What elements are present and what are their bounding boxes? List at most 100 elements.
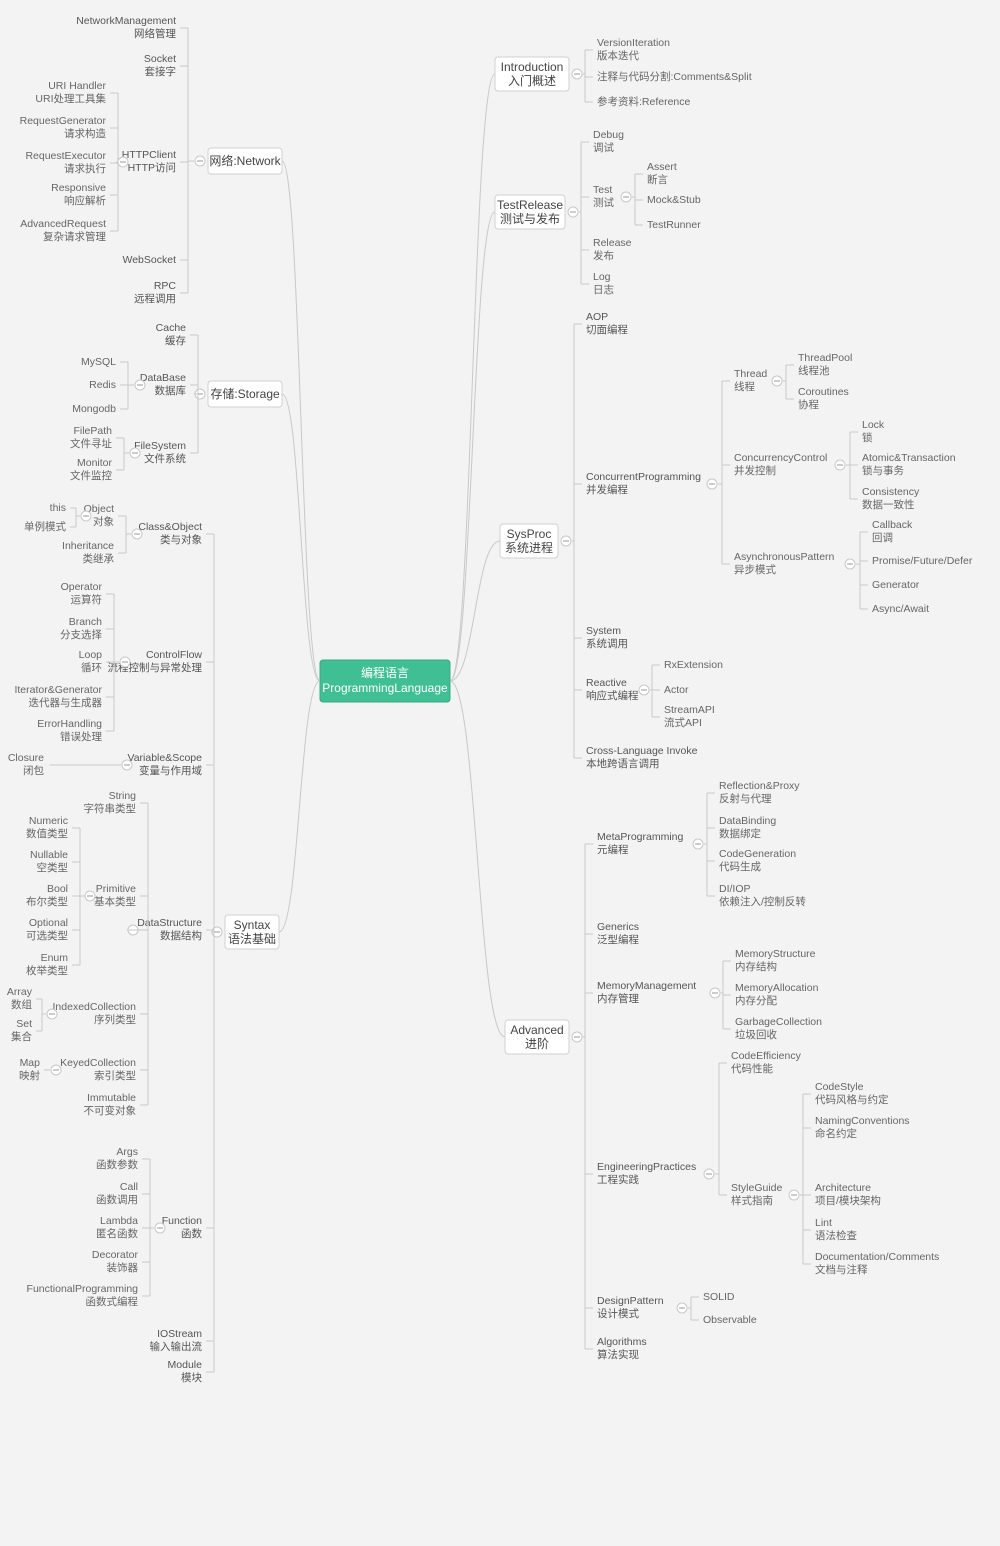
svg-text:Nullable: Nullable: [30, 849, 68, 861]
svg-text:Atomic&Transaction: Atomic&Transaction: [862, 452, 956, 464]
svg-text:StreamAPI: StreamAPI: [664, 704, 715, 716]
svg-text:数据结构: 数据结构: [160, 929, 202, 942]
svg-text:依赖注入/控制反转: 依赖注入/控制反转: [719, 895, 806, 908]
svg-text:Generics: Generics: [597, 921, 639, 933]
svg-text:复杂请求管理: 复杂请求管理: [43, 230, 106, 243]
svg-text:内存分配: 内存分配: [735, 994, 777, 1007]
svg-text:循环: 循环: [81, 661, 102, 674]
svg-text:闭包: 闭包: [23, 764, 44, 777]
svg-text:函数参数: 函数参数: [96, 1158, 138, 1171]
svg-text:命名约定: 命名约定: [815, 1127, 857, 1140]
svg-text:Release: Release: [593, 237, 632, 249]
svg-text:Primitive: Primitive: [96, 883, 136, 895]
svg-text:切面编程: 切面编程: [586, 323, 628, 336]
svg-text:输入输出流: 输入输出流: [150, 1340, 203, 1353]
svg-text:Promise/Future/Defer: Promise/Future/Defer: [872, 555, 973, 567]
svg-text:Reactive: Reactive: [586, 677, 627, 689]
svg-text:Cross-Language Invoke: Cross-Language Invoke: [586, 745, 698, 757]
svg-text:函数调用: 函数调用: [96, 1193, 138, 1206]
svg-text:String: String: [109, 790, 137, 802]
svg-text:Function: Function: [162, 1215, 202, 1227]
svg-text:流式API: 流式API: [664, 716, 702, 729]
svg-text:NetworkManagement: NetworkManagement: [76, 15, 176, 27]
svg-text:Assert: Assert: [647, 161, 677, 173]
svg-text:Call: Call: [120, 1181, 138, 1193]
svg-text:Iterator&Generator: Iterator&Generator: [14, 684, 102, 696]
svg-text:Observable: Observable: [703, 1314, 757, 1326]
svg-text:参考资料:Reference: 参考资料:Reference: [597, 95, 691, 108]
svg-text:URI处理工具集: URI处理工具集: [35, 92, 106, 105]
svg-text:迭代器与生成器: 迭代器与生成器: [29, 696, 103, 709]
svg-text:Decorator: Decorator: [92, 1249, 139, 1261]
svg-text:索引类型: 索引类型: [94, 1069, 136, 1082]
svg-text:存储:Storage: 存储:Storage: [210, 386, 280, 401]
svg-text:FunctionalProgramming: FunctionalProgramming: [27, 1283, 139, 1295]
svg-text:测试: 测试: [593, 196, 614, 209]
svg-text:Thread: Thread: [734, 368, 767, 380]
svg-text:AsynchronousPattern: AsynchronousPattern: [734, 551, 835, 563]
svg-text:Map: Map: [20, 1057, 41, 1069]
svg-text:Lambda: Lambda: [100, 1215, 138, 1227]
svg-text:对象: 对象: [93, 515, 114, 528]
svg-text:RPC: RPC: [154, 280, 177, 292]
svg-text:DataBinding: DataBinding: [719, 815, 776, 827]
svg-text:锁与事务: 锁与事务: [862, 464, 904, 477]
svg-text:Inheritance: Inheritance: [62, 540, 114, 552]
svg-text:匿名函数: 匿名函数: [96, 1227, 138, 1240]
svg-text:响应式编程: 响应式编程: [586, 689, 639, 702]
svg-text:设计模式: 设计模式: [597, 1307, 639, 1320]
svg-text:发布: 发布: [593, 249, 614, 262]
svg-text:FilePath: FilePath: [73, 425, 112, 437]
svg-text:Log: Log: [593, 271, 611, 283]
svg-text:文件系统: 文件系统: [144, 452, 186, 465]
svg-text:Branch: Branch: [69, 616, 102, 628]
svg-text:线程池: 线程池: [798, 364, 830, 377]
svg-text:Debug: Debug: [593, 129, 624, 141]
svg-text:布尔类型: 布尔类型: [26, 895, 68, 908]
svg-text:Responsive: Responsive: [51, 182, 106, 194]
svg-text:Syntax: Syntax: [234, 918, 271, 932]
svg-text:文档与注释: 文档与注释: [815, 1263, 868, 1276]
svg-text:Lock: Lock: [862, 419, 885, 431]
svg-text:分支选择: 分支选择: [60, 628, 102, 641]
svg-text:ProgrammingLanguage: ProgrammingLanguage: [322, 681, 448, 695]
svg-text:Documentation/Comments: Documentation/Comments: [815, 1251, 939, 1263]
svg-text:MySQL: MySQL: [81, 356, 116, 368]
svg-text:Reflection&Proxy: Reflection&Proxy: [719, 780, 800, 792]
svg-text:IndexedCollection: IndexedCollection: [53, 1001, 137, 1013]
svg-text:Consistency: Consistency: [862, 486, 920, 498]
svg-text:单例模式: 单例模式: [24, 520, 66, 533]
svg-text:运算符: 运算符: [71, 593, 103, 606]
svg-text:数据一致性: 数据一致性: [862, 498, 915, 511]
svg-text:代码性能: 代码性能: [731, 1062, 773, 1075]
svg-text:远程调用: 远程调用: [134, 293, 176, 305]
svg-text:语法基础: 语法基础: [228, 932, 276, 946]
svg-text:AdvancedRequest: AdvancedRequest: [20, 218, 106, 230]
svg-text:Test: Test: [593, 184, 612, 196]
svg-text:Async/Await: Async/Await: [872, 603, 929, 615]
svg-text:注释与代码分割:Comments&Split: 注释与代码分割:Comments&Split: [597, 70, 752, 83]
svg-text:装饰器: 装饰器: [107, 1261, 139, 1274]
svg-text:Array: Array: [7, 986, 33, 998]
svg-text:进阶: 进阶: [525, 1037, 549, 1051]
svg-text:可选类型: 可选类型: [26, 929, 68, 942]
root-label: 编程语言: [361, 665, 409, 680]
svg-text:集合: 集合: [11, 1030, 32, 1043]
svg-text:Actor: Actor: [664, 684, 689, 696]
svg-text:Socket: Socket: [144, 53, 176, 65]
svg-text:Generator: Generator: [872, 579, 920, 591]
mindmap-svg: 编程语言ProgrammingLanguage网络:NetworkNetwork…: [0, 0, 1000, 1546]
svg-text:本地跨语言调用: 本地跨语言调用: [586, 757, 660, 770]
svg-text:ControlFlow: ControlFlow: [146, 649, 202, 661]
svg-text:变量与作用域: 变量与作用域: [139, 764, 202, 777]
svg-text:Enum: Enum: [41, 952, 69, 964]
svg-text:this: this: [50, 502, 66, 514]
svg-text:系统调用: 系统调用: [586, 637, 628, 650]
svg-text:文件寻址: 文件寻址: [70, 437, 112, 450]
svg-text:DataBase: DataBase: [140, 372, 186, 384]
svg-text:GarbageCollection: GarbageCollection: [735, 1016, 822, 1028]
svg-text:Numeric: Numeric: [29, 815, 68, 827]
svg-text:HTTP访问: HTTP访问: [128, 161, 176, 174]
svg-text:ConcurrencyControl: ConcurrencyControl: [734, 452, 827, 464]
svg-text:数值类型: 数值类型: [26, 827, 68, 840]
